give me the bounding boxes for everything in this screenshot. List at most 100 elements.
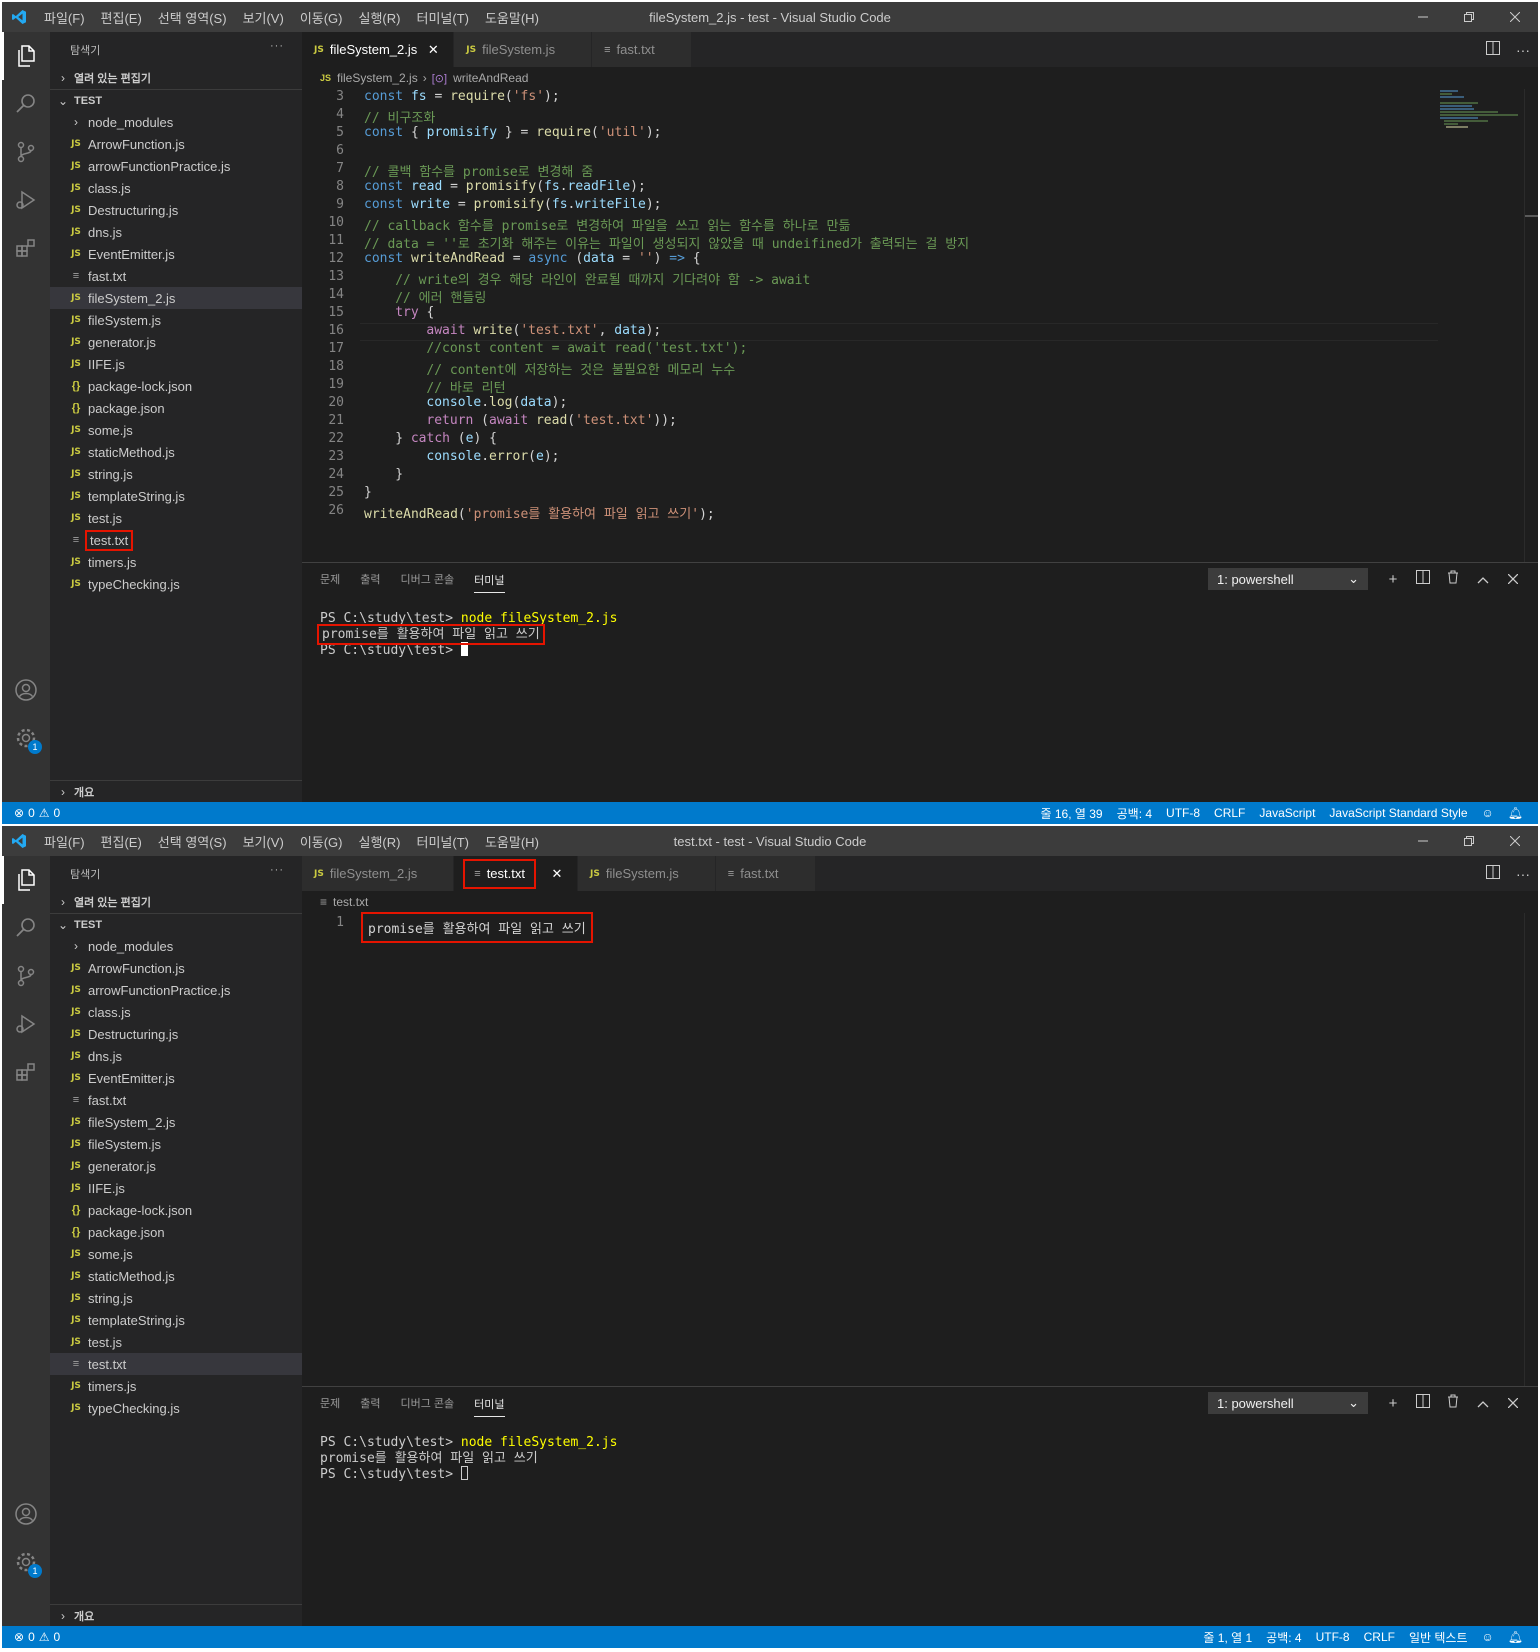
close-window-icon[interactable] bbox=[1492, 826, 1538, 856]
status-problems[interactable]: ⊗ 0 ⚠ 0 bbox=[2, 806, 60, 820]
project-section[interactable]: ⌄ TEST bbox=[50, 913, 302, 935]
file-tree-item[interactable]: JS fileSystem_2.js bbox=[50, 287, 302, 309]
file-tree-item[interactable]: JS Destructuring.js bbox=[50, 199, 302, 221]
open-editors-section[interactable]: › 열려 있는 편집기 bbox=[50, 67, 302, 89]
menu-file[interactable]: 파일(F) bbox=[36, 8, 93, 27]
file-tree-item[interactable]: JS string.js bbox=[50, 1287, 302, 1309]
file-tree-item[interactable]: JS some.js bbox=[50, 419, 302, 441]
status-eol[interactable]: CRLF bbox=[1357, 1630, 1402, 1644]
file-tree-item[interactable]: JS fileSystem.js bbox=[50, 1133, 302, 1155]
terminal-output[interactable]: PS C:\study\test> node fileSystem_2.js pr… bbox=[317, 611, 617, 659]
breadcrumb-symbol[interactable]: writeAndRead bbox=[453, 71, 528, 85]
file-tree-item[interactable]: JS staticMethod.js bbox=[50, 441, 302, 463]
tab-problems[interactable]: 문제 bbox=[310, 563, 350, 598]
split-terminal-icon[interactable] bbox=[1408, 570, 1438, 588]
file-tree-item[interactable]: JS dns.js bbox=[50, 1045, 302, 1067]
menu-help[interactable]: 도움말(H) bbox=[477, 8, 547, 27]
file-tree-item[interactable]: JS EventEmitter.js bbox=[50, 1067, 302, 1089]
tab-filesystem-2[interactable]: JS fileSystem_2.js bbox=[302, 856, 455, 891]
file-tree-item[interactable]: ≡ test.txt bbox=[50, 529, 302, 551]
tab-fast-txt[interactable]: ≡ fast.txt bbox=[592, 32, 692, 67]
menu-go[interactable]: 이동(G) bbox=[292, 8, 351, 27]
menu-selection[interactable]: 선택 영역(S) bbox=[150, 8, 235, 27]
extensions-icon[interactable] bbox=[2, 224, 50, 272]
menu-view[interactable]: 보기(V) bbox=[235, 832, 292, 851]
terminal-select[interactable]: 1: powershell ⌄ bbox=[1208, 568, 1368, 590]
status-linter[interactable]: JavaScript Standard Style bbox=[1322, 806, 1474, 820]
project-section[interactable]: ⌄ TEST bbox=[50, 89, 302, 111]
source-control-icon[interactable] bbox=[2, 952, 50, 1000]
menu-go[interactable]: 이동(G) bbox=[292, 832, 351, 851]
tab-output[interactable]: 출력 bbox=[350, 563, 390, 598]
file-tree-item[interactable]: ≡ fast.txt bbox=[50, 1089, 302, 1111]
file-tree-item[interactable]: JS ArrowFunction.js bbox=[50, 133, 302, 155]
status-encoding[interactable]: UTF-8 bbox=[1309, 1630, 1357, 1644]
status-language[interactable]: 일반 텍스트 bbox=[1402, 1629, 1475, 1646]
close-icon[interactable] bbox=[1498, 571, 1528, 588]
menu-selection[interactable]: 선택 영역(S) bbox=[150, 832, 235, 851]
close-window-icon[interactable] bbox=[1492, 2, 1538, 32]
gear-icon[interactable]: 1 bbox=[2, 1538, 50, 1586]
status-indentation[interactable]: 공백: 4 bbox=[1110, 805, 1159, 822]
file-tree-item[interactable]: ≡ fast.txt bbox=[50, 265, 302, 287]
more-icon[interactable]: ··· bbox=[1508, 866, 1538, 882]
editor-scrollbar[interactable] bbox=[1524, 913, 1538, 1386]
tab-output[interactable]: 출력 bbox=[350, 1387, 390, 1422]
file-tree-item[interactable]: JS class.js bbox=[50, 177, 302, 199]
tab-filesystem-2[interactable]: JS fileSystem_2.js ✕ bbox=[302, 32, 455, 67]
tab-debug-console[interactable]: 디버그 콘솔 bbox=[391, 1387, 465, 1422]
file-tree-item[interactable]: JS dns.js bbox=[50, 221, 302, 243]
menu-view[interactable]: 보기(V) bbox=[235, 8, 292, 27]
explorer-icon[interactable] bbox=[2, 32, 50, 80]
split-editor-icon[interactable] bbox=[1478, 865, 1508, 882]
file-tree-item[interactable]: JS generator.js bbox=[50, 331, 302, 353]
file-tree-item[interactable]: JS IIFE.js bbox=[50, 353, 302, 375]
close-tab-icon[interactable]: ✕ bbox=[549, 866, 565, 882]
menu-edit[interactable]: 편집(E) bbox=[93, 8, 150, 27]
chevron-up-icon[interactable] bbox=[1468, 1395, 1498, 1412]
tab-problems[interactable]: 문제 bbox=[310, 1387, 350, 1422]
file-tree-item[interactable]: › node_modules bbox=[50, 111, 302, 133]
file-tree-item[interactable]: {} package.json bbox=[50, 1221, 302, 1243]
status-cursor-position[interactable]: 줄 16, 열 39 bbox=[1033, 805, 1109, 822]
file-tree-item[interactable]: JS typeChecking.js bbox=[50, 573, 302, 595]
menu-file[interactable]: 파일(F) bbox=[36, 832, 93, 851]
tab-filesystem[interactable]: JS fileSystem.js bbox=[577, 856, 716, 891]
extensions-icon[interactable] bbox=[2, 1048, 50, 1096]
file-tree-item[interactable]: JS timers.js bbox=[50, 1375, 302, 1397]
menu-help[interactable]: 도움말(H) bbox=[477, 832, 547, 851]
close-icon[interactable] bbox=[1498, 1395, 1528, 1412]
restore-icon[interactable] bbox=[1446, 2, 1492, 32]
file-tree-item[interactable]: JS generator.js bbox=[50, 1155, 302, 1177]
plus-icon[interactable]: + bbox=[1378, 1395, 1408, 1412]
file-tree-item[interactable]: JS string.js bbox=[50, 463, 302, 485]
bell-icon[interactable]: 🔔︎ bbox=[1501, 1630, 1530, 1644]
file-tree-item[interactable]: JS class.js bbox=[50, 1001, 302, 1023]
split-terminal-icon[interactable] bbox=[1408, 1394, 1438, 1412]
tab-fast-txt[interactable]: ≡ fast.txt bbox=[715, 856, 816, 891]
file-tree-item[interactable]: ≡ test.txt bbox=[50, 1353, 302, 1375]
status-encoding[interactable]: UTF-8 bbox=[1159, 806, 1207, 820]
tab-test-txt[interactable]: ≡ test.txt ✕ bbox=[454, 856, 578, 891]
search-icon[interactable] bbox=[2, 80, 50, 128]
file-tree-item[interactable]: › node_modules bbox=[50, 935, 302, 957]
tab-filesystem[interactable]: JS fileSystem.js bbox=[454, 32, 593, 67]
breadcrumb-file[interactable]: test.txt bbox=[333, 895, 368, 909]
status-cursor-position[interactable]: 줄 1, 열 1 bbox=[1196, 1629, 1259, 1646]
search-icon[interactable] bbox=[2, 904, 50, 952]
terminal-output[interactable]: PS C:\study\test> node fileSystem_2.js pr… bbox=[320, 1435, 617, 1483]
status-language[interactable]: JavaScript bbox=[1252, 806, 1322, 820]
file-tree-item[interactable]: JS test.js bbox=[50, 507, 302, 529]
file-tree-item[interactable]: JS test.js bbox=[50, 1331, 302, 1353]
menu-terminal[interactable]: 터미널(T) bbox=[408, 8, 476, 27]
outline-section[interactable]: › 개요 bbox=[50, 780, 302, 802]
file-tree-item[interactable]: JS ArrowFunction.js bbox=[50, 957, 302, 979]
menu-run[interactable]: 실행(R) bbox=[351, 832, 409, 851]
account-icon[interactable] bbox=[2, 666, 50, 714]
file-tree-item[interactable]: JS fileSystem.js bbox=[50, 309, 302, 331]
file-tree-item[interactable]: {} package-lock.json bbox=[50, 375, 302, 397]
tab-debug-console[interactable]: 디버그 콘솔 bbox=[391, 563, 465, 598]
file-tree-item[interactable]: JS some.js bbox=[50, 1243, 302, 1265]
minimize-icon[interactable] bbox=[1400, 2, 1446, 32]
tab-terminal[interactable]: 터미널 bbox=[474, 1393, 505, 1417]
